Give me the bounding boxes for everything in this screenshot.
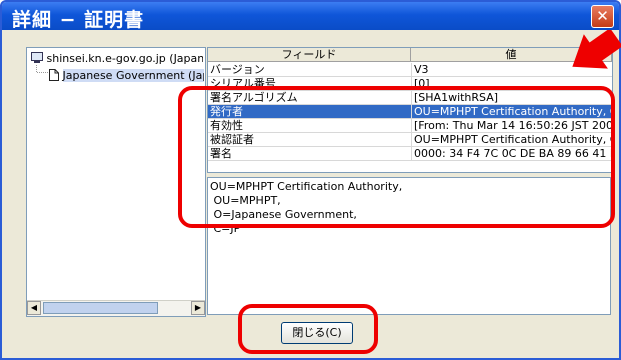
pointer-arrow-icon bbox=[572, 30, 621, 69]
tree-item-child[interactable]: Japanese Government (Japa bbox=[49, 69, 204, 83]
cell-field: バージョン bbox=[210, 63, 265, 76]
scroll-right-icon[interactable]: ▶ bbox=[191, 301, 205, 315]
document-icon bbox=[49, 69, 59, 81]
close-icon[interactable]: ✕ bbox=[591, 5, 614, 28]
scroll-left-icon[interactable]: ◀ bbox=[27, 301, 41, 315]
tree-connector bbox=[36, 65, 48, 73]
tree-horizontal-scrollbar[interactable]: ◀ ▶ bbox=[27, 300, 205, 316]
column-header-field[interactable]: フィールド bbox=[208, 48, 411, 62]
window-title: 詳細 − 証明書 bbox=[12, 9, 145, 31]
highlight-ring-fields bbox=[178, 86, 615, 228]
title-bar[interactable]: 詳細 − 証明書 ✕ bbox=[2, 2, 619, 31]
highlight-ring-close bbox=[238, 304, 378, 354]
tree-item-child-label: Japanese Government (Japa bbox=[62, 69, 204, 82]
table-row[interactable]: バージョン V3 bbox=[208, 63, 612, 77]
scroll-thumb[interactable] bbox=[43, 302, 158, 314]
computer-icon bbox=[31, 52, 43, 63]
tree-item-root[interactable]: shinsei.kn.e-gov.go.jp (Japanese bbox=[31, 52, 203, 66]
tree-item-root-label: shinsei.kn.e-gov.go.jp (Japanese bbox=[46, 52, 204, 65]
